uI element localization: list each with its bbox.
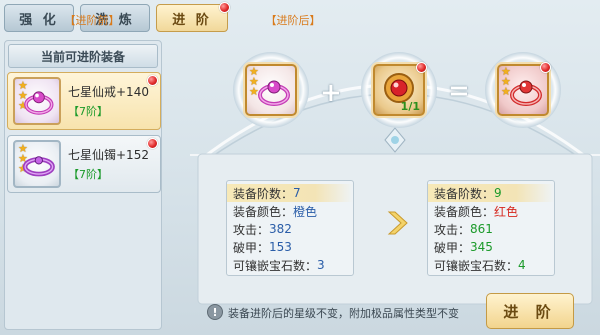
notification-dot <box>147 75 158 86</box>
result-equipment-slot[interactable]: ★ ★ ★ <box>497 62 551 116</box>
notification-dot <box>540 62 551 73</box>
arrow-right-icon <box>387 211 408 235</box>
stat-row-color: 装备颜色： 橙色 <box>233 204 318 219</box>
stat-row-gem-slots: 可镶嵌宝石数： 3 <box>233 258 325 273</box>
stat-row-gem-slots: 可镶嵌宝石数： 4 <box>434 258 526 273</box>
stat-row-tier: 装备阶数： 7 <box>227 184 353 202</box>
notification-dot <box>147 138 158 149</box>
equipment-item-bracelet[interactable]: ★ ★ ★ 七星仙镯+152 【7阶】 <box>7 135 161 193</box>
advance-button[interactable]: 进 阶 <box>486 293 574 329</box>
notification-dot <box>416 62 427 73</box>
stat-row-attack: 攻击： 382 <box>233 222 292 237</box>
stat-row-tier: 装备阶数： 9 <box>428 184 554 202</box>
material-slot[interactable]: 1/1 <box>373 62 427 116</box>
forge-window: 强 化 洗 炼 进 阶 当前可进阶装备 ★★★ 七星仙戒+140 【7阶】 <box>0 0 600 335</box>
tab-advance[interactable]: 进 阶 <box>156 4 228 32</box>
stat-row-pierce: 破甲： 153 <box>233 240 292 255</box>
advance-note: 装备进阶后的星级不变，附加极品属性类型不变 <box>228 307 459 320</box>
before-stats-box: 装备阶数： 7 装备颜色： 橙色 攻击： 382 破甲： 153 可镶嵌宝石数： 3 <box>226 180 354 276</box>
stat-row-color: 装备颜色： 红色 <box>434 204 519 219</box>
before-title: 【进阶前】 <box>64 14 120 27</box>
bracelet-icon: ★ ★ ★ <box>13 140 61 188</box>
equipment-name: 七星仙戒+140 <box>68 85 149 99</box>
equipment-name: 七星仙镯+152 <box>68 148 149 162</box>
after-stats-box: 装备阶数： 9 装备颜色： 红色 攻击： 861 破甲： 345 可镶嵌宝石数： 4 <box>427 180 555 276</box>
equipment-list-panel: 当前可进阶装备 ★ ★ ★ 七星仙戒+140 【7阶】 ★ ★ ★ 七星仙镯+1… <box>4 40 162 330</box>
material-count: 1/1 <box>400 100 420 113</box>
after-title: 【进阶后】 <box>265 14 321 27</box>
equipment-grade: 【7阶】 <box>68 168 108 181</box>
compare-panel: 装备阶数： 7 装备颜色： 橙色 攻击： 382 破甲： 153 可镶嵌宝石数： 3 <box>198 152 588 286</box>
stat-row-pierce: 破甲： 345 <box>434 240 493 255</box>
ring-icon: ★ ★ ★ <box>13 77 61 125</box>
stat-row-attack: 攻击： 861 <box>434 222 493 237</box>
plus-icon: + <box>320 78 342 108</box>
equals-icon: = <box>448 76 470 106</box>
exclamation-icon: ! <box>207 304 223 320</box>
notification-dot <box>219 2 230 13</box>
equipment-item-ring[interactable]: ★ ★ ★ 七星仙戒+140 【7阶】 <box>7 72 161 130</box>
equipment-list-title: 当前可进阶装备 <box>8 44 158 68</box>
ring-icon <box>258 80 290 106</box>
current-equipment-slot[interactable]: ★ ★ ★ <box>245 64 297 116</box>
ring-icon <box>510 80 542 106</box>
equipment-grade: 【7阶】 <box>68 105 108 118</box>
